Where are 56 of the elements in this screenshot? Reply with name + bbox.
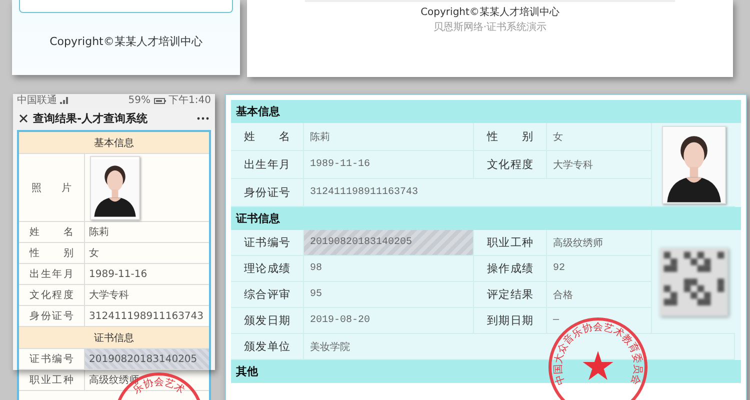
field-value: 女	[547, 123, 652, 151]
field-value: 20190820183140205	[304, 230, 474, 256]
field-value: 1989-11-16	[304, 151, 474, 179]
input-field[interactable]	[19, 0, 233, 13]
field-label: 身份证号	[30, 310, 74, 323]
field-label: 综合评审	[244, 287, 290, 302]
field-value: 大学专科	[547, 151, 652, 179]
field-label: 身份证号	[244, 185, 290, 200]
field-label: 文化程度	[30, 288, 74, 302]
field-label: 颁发单位	[244, 339, 290, 354]
field-label: 操作成绩	[487, 261, 533, 276]
field-value: 女	[88, 247, 100, 261]
section-header: 证书信息	[19, 327, 209, 349]
field-value: 1989-11-16	[88, 268, 148, 282]
carrier-text: 中国联通	[17, 94, 57, 106]
field-label: 出生年月	[30, 268, 74, 281]
section-header: 基本信息	[19, 132, 209, 154]
field-label: 姓名	[244, 129, 290, 144]
field-label: 性别	[487, 129, 533, 144]
field-label: 性别	[30, 246, 74, 260]
field-value: 92	[547, 256, 652, 282]
subtitle-text: 贝恩斯网络·证书系统演示	[433, 20, 547, 34]
page-title: 查询结果-人才查询系统	[33, 111, 148, 126]
field-label: 理论成绩	[244, 261, 290, 276]
copyright-text: Copyright©某某人才培训中心	[50, 34, 202, 49]
field-label: 职业工种	[487, 235, 533, 250]
section-header: 证书信息	[231, 207, 741, 230]
field-value: 95	[304, 282, 474, 308]
field-label: 颁发日期	[244, 313, 290, 328]
field-label: 证书编号	[30, 352, 74, 366]
time-text: 下午1:40	[168, 94, 211, 106]
field-value: 合格	[547, 282, 652, 308]
field-value: 陈莉	[88, 226, 110, 240]
field-value: 陈莉	[304, 123, 474, 151]
copyright-text: Copyright©某某人才培训中心	[420, 6, 560, 19]
battery-icon	[154, 98, 166, 104]
field-label: 职业工种	[30, 374, 74, 387]
more-icon[interactable]	[197, 117, 209, 120]
field-value: 2019-08-20	[304, 308, 474, 334]
field-value: 20190820183140205	[85, 349, 209, 369]
field-label: 评定结果	[487, 287, 533, 302]
field-label: 姓名	[30, 226, 74, 239]
signal-icon	[60, 97, 69, 104]
field-label: 文化程度	[487, 157, 533, 172]
field-label: 出生年月	[244, 157, 290, 172]
battery-text: 59%	[128, 94, 151, 106]
field-label: 到期日期	[487, 313, 533, 328]
section-header: 基本信息	[231, 100, 741, 123]
field-value: 高级纹绣师	[547, 230, 652, 256]
qr-code	[660, 248, 728, 316]
field-value: 312411198911163743	[88, 310, 205, 324]
field-value: 98	[304, 256, 474, 282]
close-icon[interactable]	[19, 114, 28, 123]
field-value: 大学专科	[88, 288, 130, 303]
field-label: 照片	[32, 182, 72, 194]
field-label: 证书编号	[244, 235, 290, 250]
